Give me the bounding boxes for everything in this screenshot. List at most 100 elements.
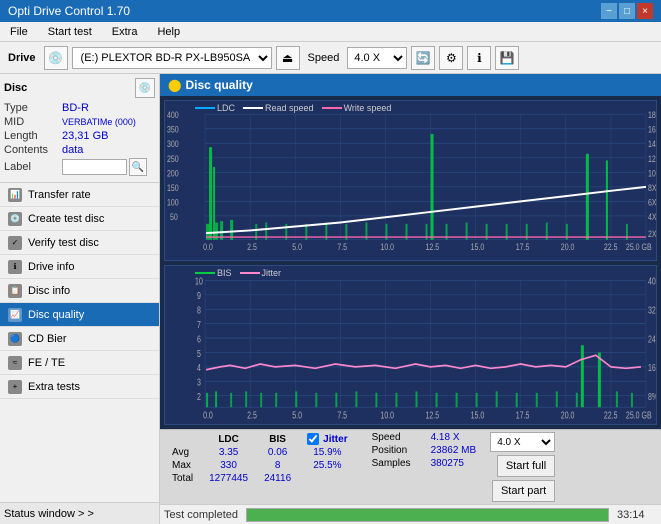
type-value: BD-R <box>62 102 89 114</box>
nav-fe-te[interactable]: ≈ FE / TE <box>0 351 159 375</box>
svg-text:8X: 8X <box>648 183 656 193</box>
bis-legend-label: BIS <box>217 268 232 278</box>
window-controls: − □ × <box>601 3 653 19</box>
menu-bar: File Start test Extra Help <box>0 22 661 42</box>
progress-bar <box>246 508 609 522</box>
disc-header: Disc 💿 <box>4 78 155 98</box>
menu-help[interactable]: Help <box>151 24 186 40</box>
svg-text:15.0: 15.0 <box>471 242 485 252</box>
drive-info-icon: ℹ <box>8 260 22 274</box>
label-search-button[interactable]: 🔍 <box>129 158 147 176</box>
svg-text:300: 300 <box>167 139 179 149</box>
toolbar: Drive 💿 (E:) PLEXTOR BD-R PX-LB950SA 1.0… <box>0 42 661 74</box>
read-speed-color <box>243 107 263 109</box>
drive-select[interactable]: (E:) PLEXTOR BD-R PX-LB950SA 1.06 <box>72 47 272 69</box>
avg-jitter: 15.9% <box>299 446 355 459</box>
drive-icon-btn[interactable]: 💿 <box>44 46 68 70</box>
charts-area: LDC Read speed Write speed <box>160 96 661 429</box>
avg-ldc: 3.35 <box>201 446 256 459</box>
mid-label: MID <box>4 116 62 128</box>
legend-ldc: LDC Read speed Write speed <box>195 103 391 113</box>
refresh-button[interactable]: 🔄 <box>411 46 435 70</box>
transfer-rate-icon: 📊 <box>8 188 22 202</box>
info-button[interactable]: ℹ <box>467 46 491 70</box>
max-label: Max <box>164 459 201 472</box>
svg-text:40%: 40% <box>648 275 656 287</box>
nav-transfer-rate[interactable]: 📊 Transfer rate <box>0 183 159 207</box>
minimize-button[interactable]: − <box>601 3 617 19</box>
nav-create-test-disc[interactable]: 💿 Create test disc <box>0 207 159 231</box>
disc-quality-icon-header: ⬤ <box>168 78 181 92</box>
svg-text:32%: 32% <box>648 304 656 316</box>
nav-disc-quality[interactable]: 📈 Disc quality <box>0 303 159 327</box>
disc-quality-icon: 📈 <box>8 308 22 322</box>
maximize-button[interactable]: □ <box>619 3 635 19</box>
nav-cd-bier-label: CD Bier <box>28 333 67 345</box>
nav-disc-info[interactable]: 📋 Disc info <box>0 279 159 303</box>
col-ldc-header: LDC <box>201 432 256 446</box>
save-button[interactable]: 💾 <box>495 46 519 70</box>
jitter-checkbox[interactable] <box>307 433 319 445</box>
total-ldc: 1277445 <box>201 472 256 485</box>
max-bis: 8 <box>256 459 299 472</box>
speed-value: 4.18 X <box>431 432 460 443</box>
menu-file[interactable]: File <box>4 24 34 40</box>
stats-bar: LDC BIS Jitter Avg 3.35 0.06 15.9% <box>160 429 661 504</box>
svg-text:150: 150 <box>167 183 179 193</box>
nav-drive-info[interactable]: ℹ Drive info <box>0 255 159 279</box>
legend-bis-item: BIS <box>195 268 232 278</box>
fe-te-icon: ≈ <box>8 356 22 370</box>
menu-extra[interactable]: Extra <box>106 24 144 40</box>
svg-text:350: 350 <box>167 125 179 135</box>
svg-text:12X: 12X <box>648 154 656 164</box>
speed-select-stats[interactable]: 4.0 X <box>490 432 555 452</box>
svg-text:22.5: 22.5 <box>604 242 618 252</box>
nav-cd-bier[interactable]: 🔵 CD Bier <box>0 327 159 351</box>
nav-fe-te-label: FE / TE <box>28 357 65 369</box>
eject-button[interactable]: ⏏ <box>276 46 300 70</box>
cd-bier-icon: 🔵 <box>8 332 22 346</box>
label-input[interactable] <box>62 159 127 175</box>
svg-text:6: 6 <box>197 333 201 345</box>
action-section: 4.0 X Start full Start part <box>490 432 555 502</box>
svg-text:5.0: 5.0 <box>292 242 302 252</box>
nav-disc-quality-label: Disc quality <box>28 309 84 321</box>
disc-icon-button[interactable]: 💿 <box>135 78 155 98</box>
speed-select[interactable]: 4.0 X <box>347 47 407 69</box>
status-text: Test completed <box>164 509 238 521</box>
status-window-button[interactable]: Status window > > <box>0 502 159 524</box>
nav-create-test-disc-label: Create test disc <box>28 213 104 225</box>
position-row: Position 23862 MB <box>372 445 477 456</box>
close-button[interactable]: × <box>637 3 653 19</box>
write-speed-color <box>322 107 342 109</box>
ldc-color <box>195 107 215 109</box>
chart-bis: BIS Jitter <box>164 265 657 426</box>
svg-text:17.5: 17.5 <box>516 242 530 252</box>
disc-label-row: Label 🔍 <box>4 158 155 176</box>
length-label: Length <box>4 130 62 142</box>
nav-verify-test-disc[interactable]: ✓ Verify test disc <box>0 231 159 255</box>
svg-text:12.5: 12.5 <box>426 409 440 421</box>
svg-text:12.5: 12.5 <box>426 242 440 252</box>
nav-transfer-rate-label: Transfer rate <box>28 189 91 201</box>
disc-title: Disc <box>4 82 27 94</box>
menu-start-test[interactable]: Start test <box>42 24 98 40</box>
chart-ldc: LDC Read speed Write speed <box>164 100 657 261</box>
total-label: Total <box>164 472 201 485</box>
svg-text:6X: 6X <box>648 197 656 207</box>
svg-text:24%: 24% <box>648 333 656 345</box>
bis-color <box>195 272 215 274</box>
app-title: Opti Drive Control 1.70 <box>8 4 130 18</box>
settings-button[interactable]: ⚙ <box>439 46 463 70</box>
jitter-label: Jitter <box>323 434 347 445</box>
sidebar: Disc 💿 Type BD-R MID VERBATIMe (000) Len… <box>0 74 160 524</box>
write-speed-legend-label: Write speed <box>344 103 392 113</box>
start-full-button[interactable]: Start full <box>497 455 555 477</box>
nav-extra-tests[interactable]: + Extra tests <box>0 375 159 399</box>
disc-mid-row: MID VERBATIMe (000) <box>4 116 155 128</box>
progress-bar-fill <box>247 509 608 521</box>
start-part-button[interactable]: Start part <box>492 480 555 502</box>
svg-text:20.0: 20.0 <box>561 242 575 252</box>
avg-label: Avg <box>164 446 201 459</box>
position-label: Position <box>372 445 427 456</box>
